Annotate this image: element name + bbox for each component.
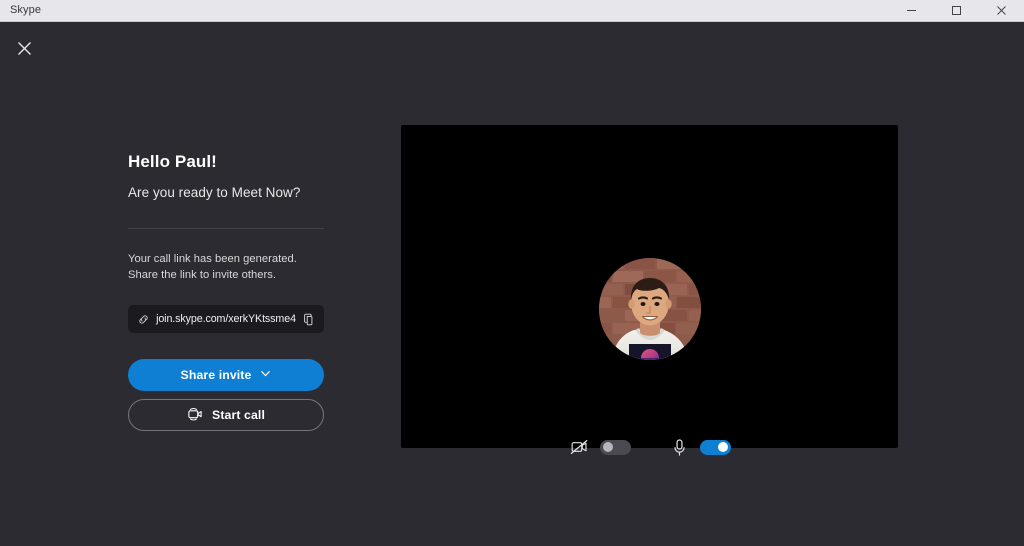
camera-toggle[interactable]	[600, 440, 631, 455]
maximize-button[interactable]	[934, 0, 979, 21]
skype-meet-now-window: Skype Hello Paul! Are you ready to Meet	[0, 0, 1024, 546]
meet-now-panel: Hello Paul! Are you ready to Meet Now? Y…	[128, 152, 324, 431]
share-invite-label: Share invite	[181, 368, 252, 382]
title-bar: Skype	[0, 0, 1024, 22]
divider	[128, 228, 324, 229]
microphone-icon[interactable]	[669, 436, 691, 458]
camera-control-group	[569, 436, 631, 458]
media-controls	[401, 432, 898, 462]
greeting-heading: Hello Paul!	[128, 152, 324, 172]
info-line-2: Share the link to invite others.	[128, 268, 324, 284]
video-camera-icon	[187, 407, 204, 424]
call-link-url: join.skype.com/xerkYKtssme4	[150, 313, 302, 325]
share-invite-button[interactable]: Share invite	[128, 359, 324, 391]
microphone-control-group	[669, 436, 731, 458]
video-preview-panel[interactable]	[401, 125, 898, 448]
microphone-toggle[interactable]	[700, 440, 731, 455]
camera-toggle-knob	[603, 442, 613, 452]
info-line-1: Your call link has been generated.	[128, 252, 324, 268]
app-content: Hello Paul! Are you ready to Meet Now? Y…	[0, 22, 1024, 546]
window-title: Skype	[0, 0, 41, 21]
microphone-toggle-knob	[718, 442, 728, 452]
call-link-box[interactable]: join.skype.com/xerkYKtssme4	[128, 305, 324, 333]
close-icon[interactable]	[8, 32, 40, 64]
window-controls	[889, 0, 1024, 22]
minimize-button[interactable]	[889, 0, 934, 21]
camera-off-icon[interactable]	[569, 436, 591, 458]
start-call-label: Start call	[212, 408, 265, 422]
info-text: Your call link has been generated. Share…	[128, 252, 324, 283]
close-window-button[interactable]	[979, 0, 1024, 21]
avatar	[599, 258, 701, 360]
panel-subtitle: Are you ready to Meet Now?	[128, 185, 324, 200]
link-icon	[136, 312, 150, 326]
copy-icon[interactable]	[302, 312, 317, 327]
start-call-button[interactable]: Start call	[128, 399, 324, 431]
chevron-down-icon	[260, 368, 271, 382]
